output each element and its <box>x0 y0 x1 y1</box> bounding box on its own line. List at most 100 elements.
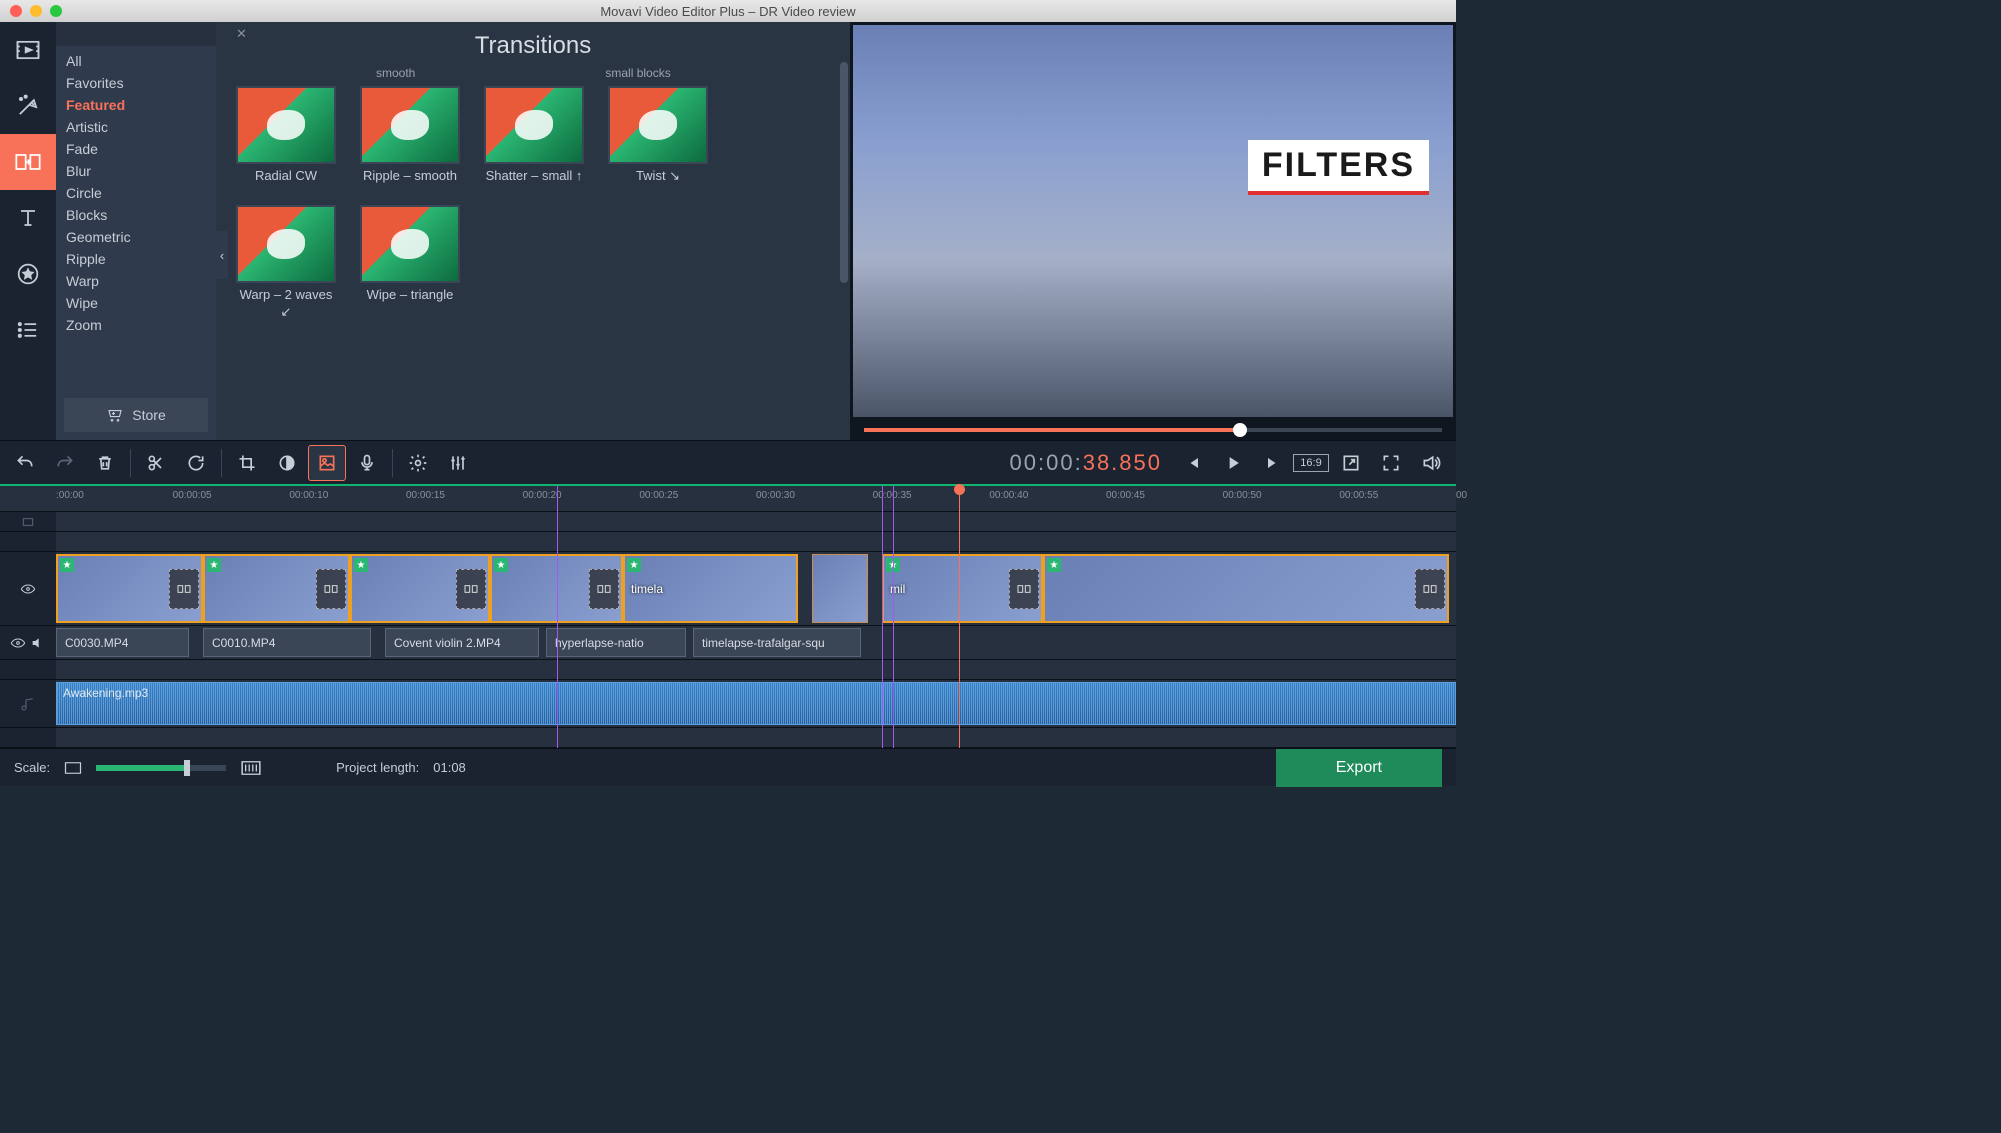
category-item[interactable]: Artistic <box>56 116 216 138</box>
scale-label: Scale: <box>14 760 50 775</box>
equalizer-button[interactable] <box>439 445 477 481</box>
transition-item[interactable]: Warp – 2 waves ↙ <box>236 205 336 321</box>
transition-item[interactable]: Ripple – smooth <box>360 86 460 185</box>
clip-label: timela <box>631 582 663 596</box>
audio-clip[interactable]: hyperlapse-natio <box>546 628 686 657</box>
ruler-mark: 00:00:05 <box>173 490 212 501</box>
music-track[interactable]: Awakening.mp3 <box>56 680 1456 727</box>
marker[interactable] <box>557 486 558 748</box>
settings-button[interactable] <box>399 445 437 481</box>
overlay-track-head[interactable] <box>0 512 56 531</box>
play-button[interactable] <box>1214 445 1252 481</box>
eye-icon <box>10 635 26 651</box>
zoom-out-icon[interactable] <box>64 761 82 775</box>
music-note-icon <box>20 696 36 712</box>
clip-transition-badge[interactable] <box>1415 569 1445 609</box>
store-label: Store <box>132 407 165 423</box>
tool-media[interactable] <box>0 22 56 78</box>
tool-transitions[interactable] <box>0 134 56 190</box>
video-clip[interactable]: ★ <box>350 554 490 623</box>
linked-audio-track-head[interactable] <box>0 626 56 659</box>
transition-item[interactable]: Shatter – small ↑ <box>484 86 584 185</box>
video-clip[interactable]: ★timela <box>623 554 798 623</box>
category-item[interactable]: Zoom <box>56 314 216 336</box>
category-item[interactable]: Fade <box>56 138 216 160</box>
playhead[interactable] <box>959 486 960 748</box>
redo-button[interactable] <box>46 445 84 481</box>
zoom-in-icon[interactable] <box>240 760 262 776</box>
transition-item[interactable]: Wipe – triangle <box>360 205 460 321</box>
transition-label: Shatter – small ↑ <box>484 168 584 185</box>
category-item[interactable]: Featured <box>56 94 216 116</box>
detach-preview-button[interactable] <box>1332 445 1370 481</box>
video-clip[interactable]: ★mil <box>882 554 1043 623</box>
linked-audio-track[interactable]: C0030.MP4 C0010.MP4 Covent violin 2.MP4hyp… <box>56 626 1456 659</box>
marker[interactable] <box>882 486 883 748</box>
transition-item[interactable]: Radial CW <box>236 86 336 185</box>
group-header-small-blocks: small blocks <box>605 66 670 80</box>
minimize-window-button[interactable] <box>30 5 42 17</box>
category-item[interactable]: Ripple <box>56 248 216 270</box>
video-preview[interactable]: FILTERS <box>853 25 1453 417</box>
music-track-head[interactable] <box>0 680 56 727</box>
undo-button[interactable] <box>6 445 44 481</box>
clip-transition-badge[interactable] <box>456 569 486 609</box>
tool-stickers[interactable] <box>0 246 56 302</box>
scale-slider[interactable] <box>96 765 226 771</box>
category-search-input[interactable] <box>60 27 236 42</box>
record-audio-button[interactable] <box>348 445 386 481</box>
clip-effect-badge: ★ <box>1047 558 1061 572</box>
tool-titles[interactable] <box>0 190 56 246</box>
video-clip[interactable]: ★ <box>56 554 203 623</box>
split-button[interactable] <box>137 445 175 481</box>
music-clip[interactable]: Awakening.mp3 <box>56 682 1456 725</box>
fullscreen-button[interactable] <box>1372 445 1410 481</box>
delete-button[interactable] <box>86 445 124 481</box>
preview-scrubber[interactable] <box>850 420 1456 440</box>
category-item[interactable]: Blur <box>56 160 216 182</box>
close-window-button[interactable] <box>10 5 22 17</box>
maximize-window-button[interactable] <box>50 5 62 17</box>
store-button[interactable]: Store <box>64 398 208 432</box>
tool-more[interactable] <box>0 302 56 358</box>
color-adjust-button[interactable] <box>268 445 306 481</box>
audio-clip[interactable]: C0010.MP4 <box>203 628 371 657</box>
aspect-ratio-button[interactable]: 16:9 <box>1292 445 1330 481</box>
rotate-button[interactable] <box>177 445 215 481</box>
clip-transition-badge[interactable] <box>1009 569 1039 609</box>
clip-transition-badge[interactable] <box>589 569 619 609</box>
category-item[interactable]: Warp <box>56 270 216 292</box>
transitions-scrollbar[interactable] <box>840 62 848 430</box>
timeline: :00:0000:00:0500:00:1000:00:1500:00:2000… <box>0 486 1456 748</box>
category-item[interactable]: Geometric <box>56 226 216 248</box>
export-button[interactable]: Export <box>1276 749 1442 787</box>
category-item[interactable]: Circle <box>56 182 216 204</box>
video-track-head[interactable] <box>0 552 56 625</box>
clip-transition-badge[interactable] <box>316 569 346 609</box>
category-item[interactable]: Blocks <box>56 204 216 226</box>
video-clip[interactable] <box>812 554 868 623</box>
clip-transition-badge[interactable] <box>169 569 199 609</box>
category-item[interactable]: Favorites <box>56 72 216 94</box>
volume-button[interactable] <box>1412 445 1450 481</box>
prev-frame-button[interactable] <box>1174 445 1212 481</box>
audio-clip[interactable]: C0030.MP4 <box>56 628 189 657</box>
category-item[interactable]: Wipe <box>56 292 216 314</box>
category-item[interactable]: All <box>56 50 216 72</box>
aspect-ratio-label: 16:9 <box>1293 454 1328 472</box>
clip-properties-button[interactable] <box>308 445 346 481</box>
marker[interactable] <box>893 486 894 748</box>
time-ruler[interactable]: :00:0000:00:0500:00:1000:00:1500:00:2000… <box>0 486 1456 512</box>
transition-item[interactable]: Twist ↘ <box>608 86 708 185</box>
ruler-mark: 00:00:50 <box>1223 490 1262 501</box>
overlay-track[interactable] <box>56 512 1456 531</box>
ruler-mark: 00:00:40 <box>989 490 1028 501</box>
video-track[interactable]: ★★★★★timela★mil★ <box>56 552 1456 625</box>
crop-button[interactable] <box>228 445 266 481</box>
audio-clip[interactable]: Covent violin 2.MP4 <box>385 628 539 657</box>
video-clip[interactable]: ★ <box>203 554 350 623</box>
next-frame-button[interactable] <box>1254 445 1292 481</box>
tool-filters[interactable] <box>0 78 56 134</box>
audio-clip[interactable]: timelapse-trafalgar-squ <box>693 628 861 657</box>
video-clip[interactable]: ★ <box>1043 554 1449 623</box>
